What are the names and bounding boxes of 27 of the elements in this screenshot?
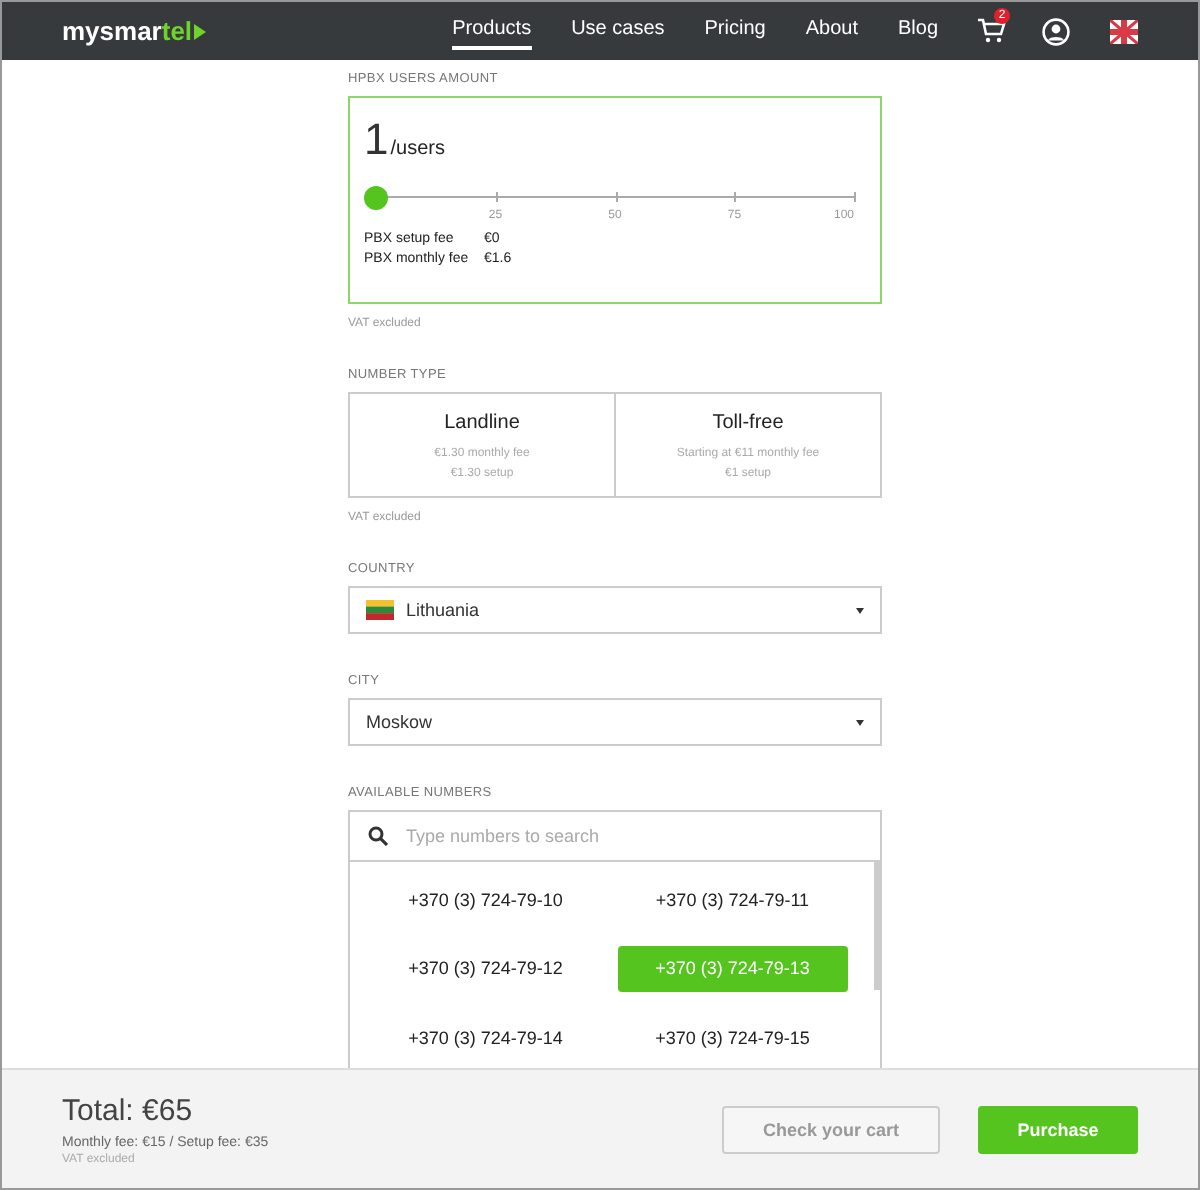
account-icon[interactable] [1042, 17, 1070, 45]
nav-link[interactable]: Pricing [704, 12, 766, 50]
option-title: Toll-free [710, 412, 786, 434]
nav-link[interactable]: Products [452, 12, 532, 50]
total-price: Total: €65 [62, 1093, 195, 1127]
nav-link[interactable]: Blog [897, 12, 938, 50]
phone-number-option[interactable]: +370 (3) 724-79-14 [370, 1014, 601, 1061]
nav-link[interactable]: About [805, 12, 858, 50]
scrollbar[interactable] [874, 862, 880, 990]
caret-icon [856, 607, 864, 613]
slider-thumb[interactable] [364, 186, 388, 210]
users-unit: /users [390, 138, 445, 160]
users-value: 1 [364, 114, 389, 166]
cart-icon[interactable] [978, 18, 1006, 44]
nav-link[interactable]: Use cases [571, 12, 665, 50]
city-select[interactable]: Moskow [348, 698, 882, 746]
option-title: Landline [442, 412, 522, 434]
phone-number-option[interactable]: +370 (3) 724-79-11 [617, 876, 848, 922]
country-select[interactable]: Lithuania [348, 586, 882, 634]
phone-number-option[interactable]: +370 (3) 724-79-15 [617, 1014, 848, 1061]
flag-icon [366, 600, 394, 620]
search-icon [368, 826, 388, 846]
logo[interactable]: mysmartel [62, 16, 207, 46]
caret-icon [856, 719, 864, 725]
flag-icon[interactable] [1110, 19, 1138, 43]
phone-number-option[interactable]: +370 (3) 724-79-10 [370, 876, 601, 922]
phone-number-option[interactable]: +370 (3) 724-79-12 [370, 945, 601, 992]
